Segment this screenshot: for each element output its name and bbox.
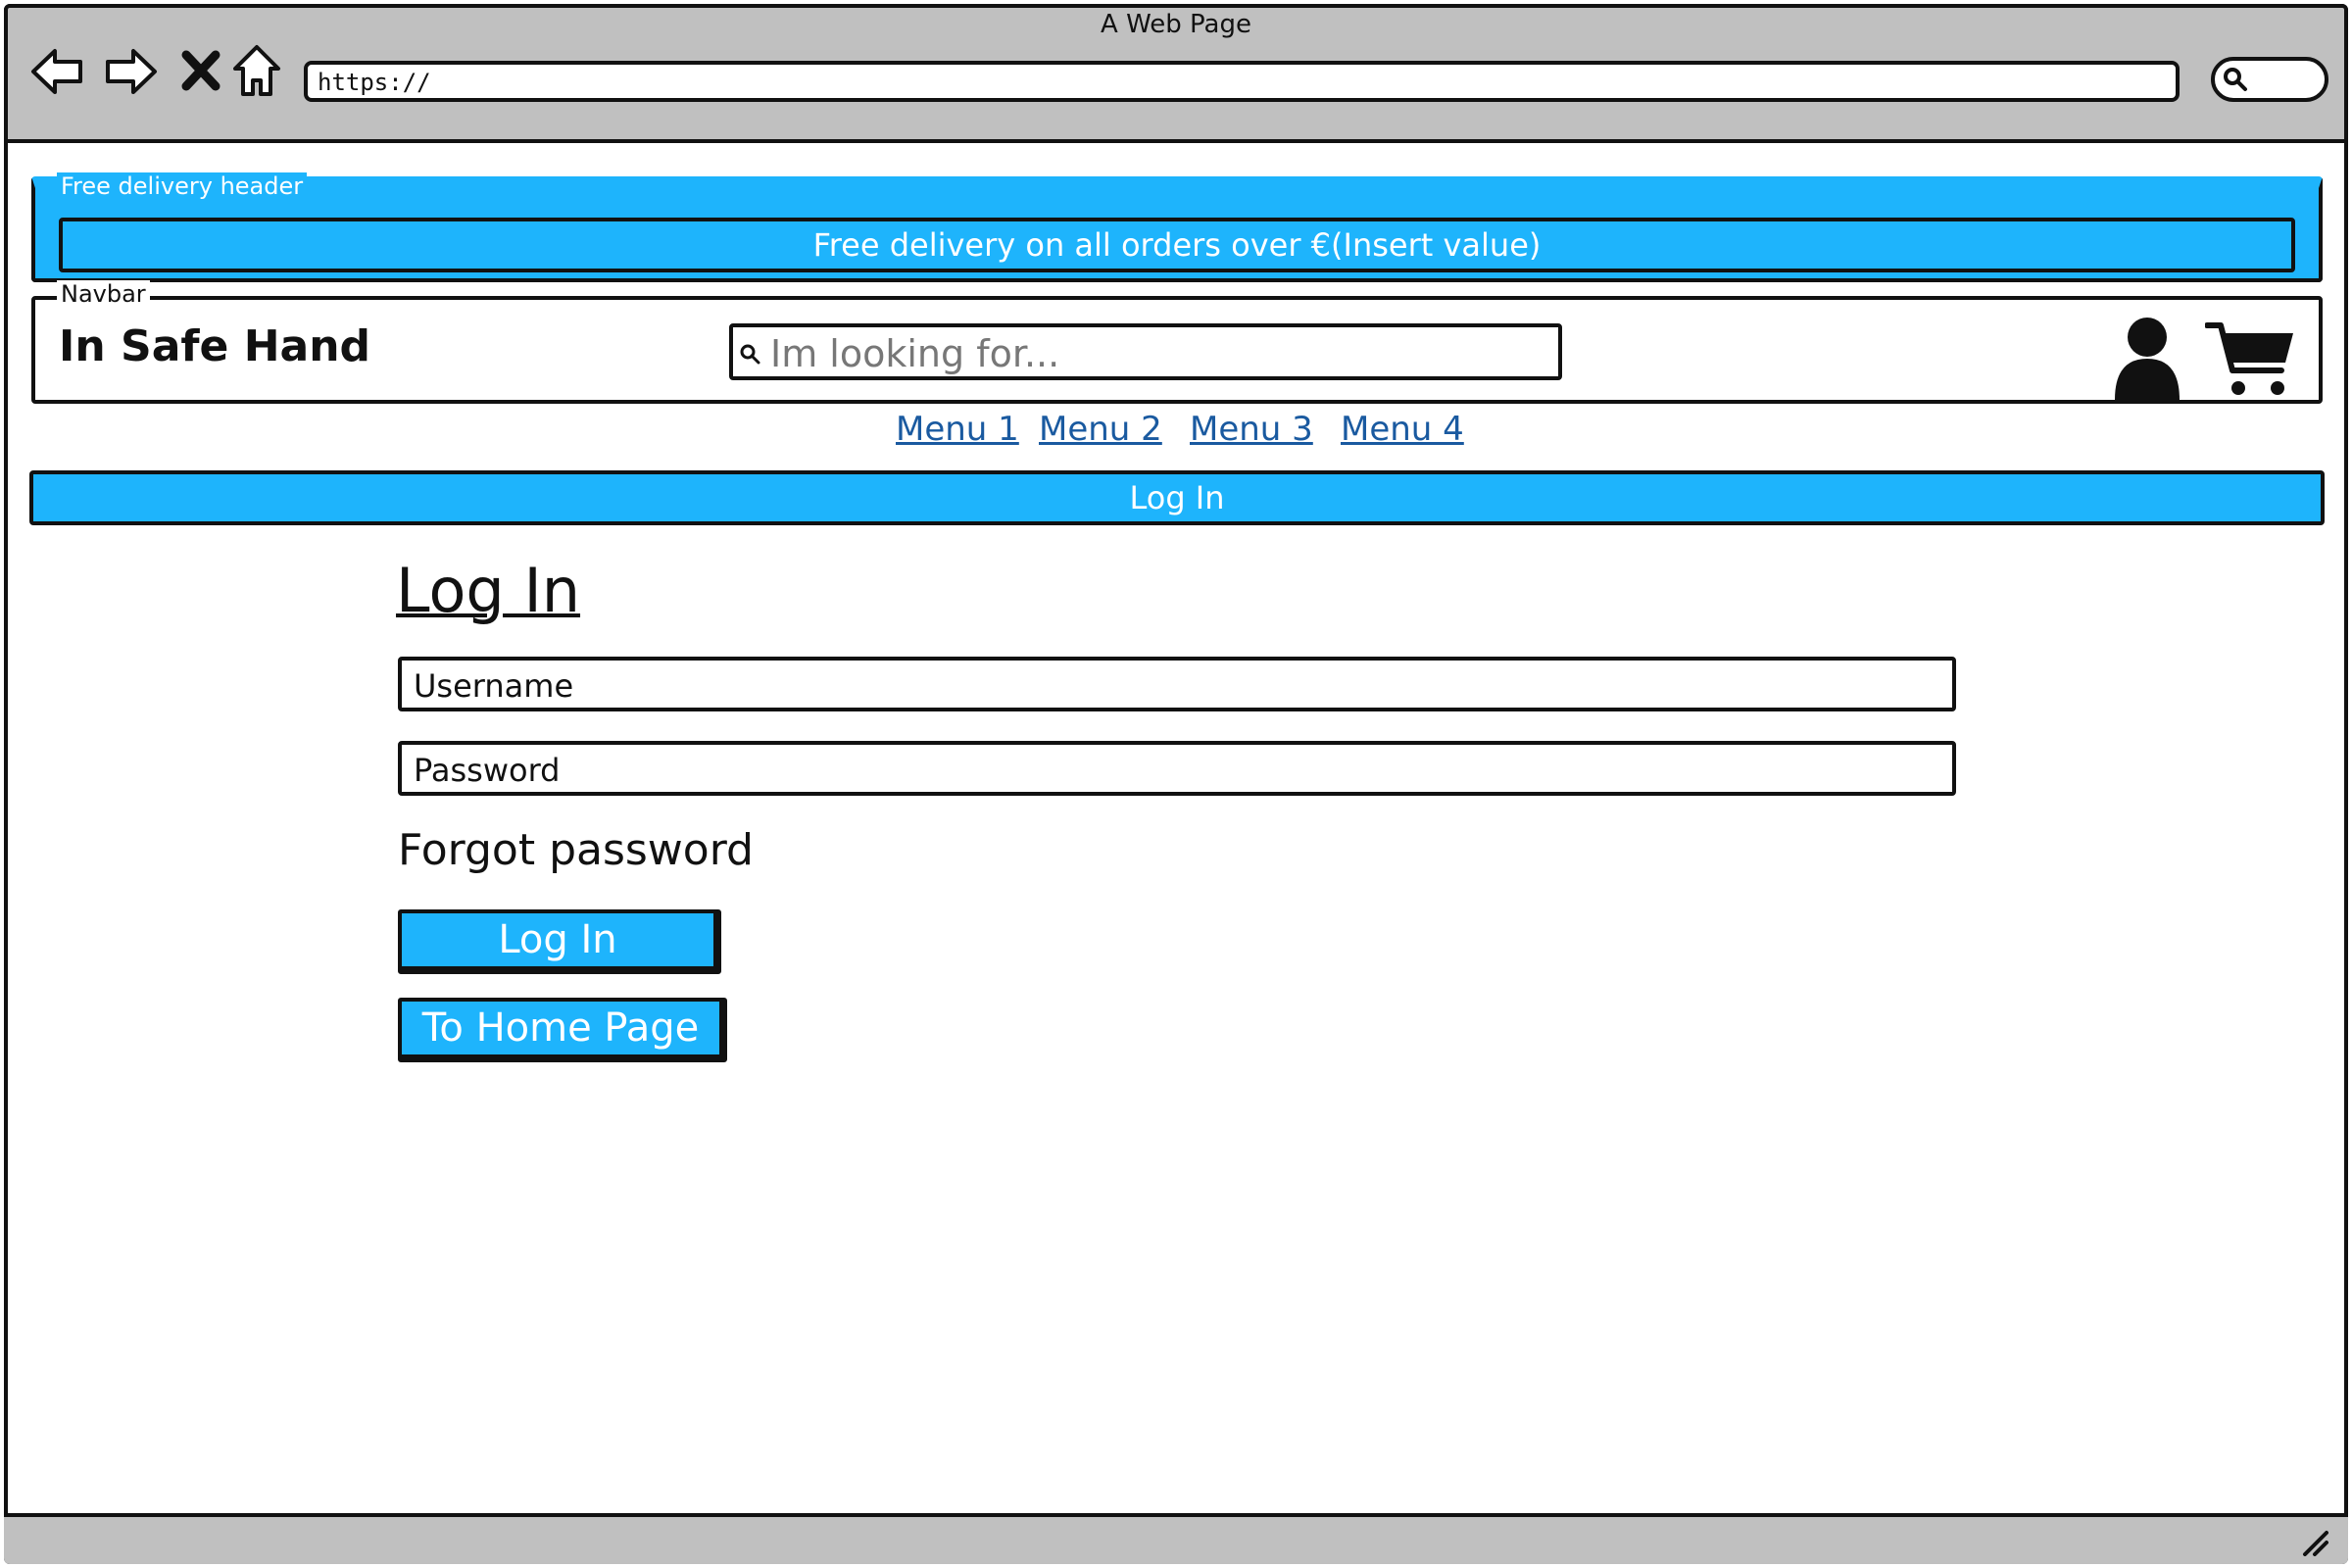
login-heading: Log In <box>396 555 581 626</box>
stop-icon[interactable] <box>174 43 231 100</box>
forward-icon[interactable] <box>102 43 159 100</box>
forgot-password-link[interactable]: Forgot password <box>398 825 754 875</box>
back-icon[interactable] <box>29 43 86 100</box>
menu-link-4[interactable]: Menu 4 <box>1341 410 1464 449</box>
home-icon[interactable] <box>229 43 286 100</box>
browser-search-field[interactable] <box>2211 57 2328 102</box>
site-search-box[interactable] <box>729 323 1562 380</box>
page-title-bar: Log In <box>29 470 2325 525</box>
free-delivery-banner: Free delivery on all orders over €(Inser… <box>59 218 2295 272</box>
url-bar[interactable]: https:// <box>304 61 2180 102</box>
username-field[interactable] <box>398 657 1956 711</box>
username-input[interactable] <box>412 664 1944 708</box>
menu-link-1[interactable]: Menu 1 <box>896 410 1019 449</box>
password-input[interactable] <box>412 749 1944 792</box>
to-home-page-button[interactable]: To Home Page <box>398 998 727 1062</box>
delivery-header-group-label: Free delivery header <box>57 172 308 200</box>
brand-name[interactable]: In Safe Hand <box>59 321 370 371</box>
cart-icon[interactable] <box>2204 319 2297 400</box>
search-icon <box>740 344 760 365</box>
search-icon <box>2224 68 2247 91</box>
search-input[interactable] <box>768 331 1556 376</box>
resize-grip-icon[interactable] <box>2299 1527 2328 1556</box>
password-field[interactable] <box>398 741 1956 796</box>
browser-status-bar <box>4 1513 2348 1564</box>
menu-link-2[interactable]: Menu 2 <box>1039 410 1162 449</box>
login-button[interactable]: Log In <box>398 909 721 974</box>
user-icon[interactable] <box>2111 316 2183 400</box>
menu-link-3[interactable]: Menu 3 <box>1190 410 1313 449</box>
window-title: A Web Page <box>1101 10 1251 39</box>
navbar-group-label: Navbar <box>57 280 150 308</box>
